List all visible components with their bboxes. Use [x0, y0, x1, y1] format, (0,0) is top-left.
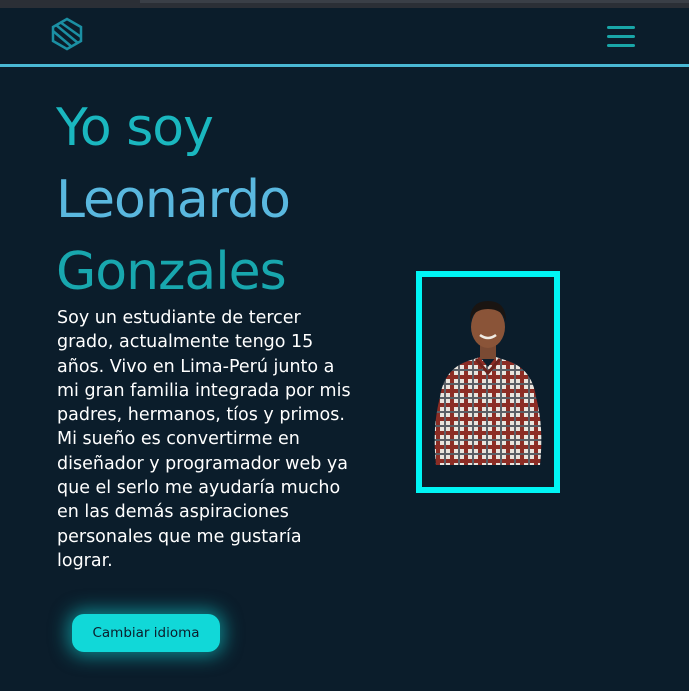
browser-top-strip	[0, 0, 689, 8]
browser-tab-strip	[140, 0, 689, 3]
navbar	[0, 8, 689, 67]
hero-title-line2: Leonardo	[56, 170, 291, 230]
hamburger-menu-icon[interactable]	[604, 22, 638, 50]
profile-photo	[434, 301, 542, 465]
profile-photo-frame	[416, 271, 560, 493]
hero-title: Yo soy Leonardo Gonzales	[56, 92, 291, 308]
hero-title-line3: Gonzales	[56, 242, 287, 302]
menu-bar-middle	[607, 35, 635, 38]
menu-bar-bottom	[607, 44, 635, 47]
hero-title-line1: Yo soy	[56, 98, 214, 158]
menu-bar-top	[607, 26, 635, 29]
bio-text: Soy un estudiante de tercer grado, actua…	[57, 308, 351, 571]
change-language-button[interactable]: Cambiar idioma	[72, 614, 220, 652]
cube-logo-svg	[51, 17, 83, 51]
cube-logo-icon[interactable]	[50, 17, 84, 51]
